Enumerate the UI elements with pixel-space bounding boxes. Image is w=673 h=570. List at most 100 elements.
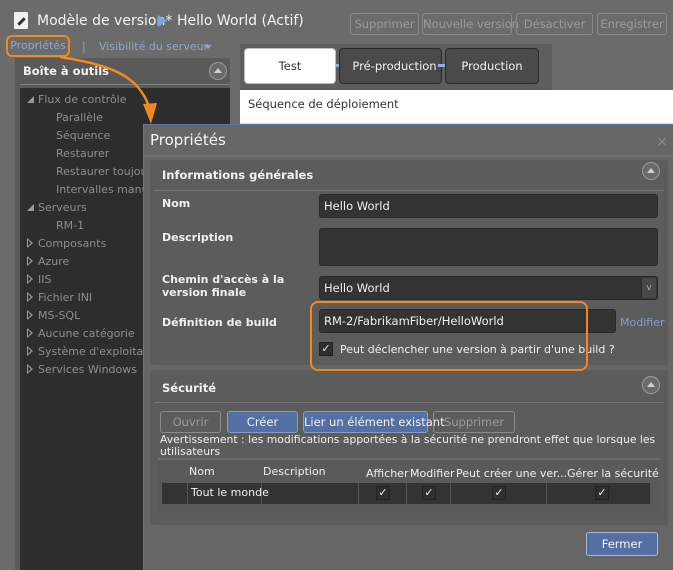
remove-button[interactable]: Supprimer [433,411,515,433]
cell-view: ✓ [359,483,407,504]
toolbox-item[interactable]: Aucune catégorie [27,325,135,343]
collapsed-triangle-icon[interactable] [27,238,33,248]
link-existing-button[interactable]: Lier un élément existant [303,411,445,433]
close-icon[interactable]: × [656,134,668,150]
chevron-down-icon[interactable]: v [641,278,656,298]
column-header-manage-security[interactable]: Gérer la sécurité [567,467,659,480]
release-path-select[interactable]: Hello World v [319,276,658,300]
collapsed-triangle-icon[interactable] [27,292,33,302]
toolbox-item-label: Flux de contrôle [38,93,127,106]
column-header-name[interactable]: Nom [189,465,215,478]
toolbox-item-label: Système d'exploitatio [38,345,158,358]
table-row[interactable]: Tout le monde ✓ ✓ ✓ ✓ [162,483,650,504]
toolbox-item[interactable]: Système d'exploitatio [27,343,157,361]
modify-link[interactable]: Modifier [620,316,664,329]
toolbox-item[interactable]: Parallèle [56,109,103,127]
deployment-sequence-title: Séquence de déploiement [248,97,399,111]
delete-button[interactable]: Supprimer [350,13,419,35]
open-button[interactable]: Ouvrir [160,411,221,433]
cell-manage-security: ✓ [547,483,650,504]
release-path-label-line2: version finale [162,286,247,299]
general-info-title: Informations générales [162,168,314,182]
save-button[interactable]: Enregistrer [597,13,667,35]
toolbox-item[interactable]: Séquence [56,127,110,145]
toolbox-item-label: Séquence [56,129,111,142]
toolbox-item[interactable]: Flux de contrôle [27,91,127,109]
toolbox-item-label: Aucune catégorie [38,327,135,340]
toolbox-item[interactable]: MS-SQL [27,307,80,325]
collapse-toolbox-icon[interactable] [209,62,227,80]
close-button[interactable]: Fermer [586,532,658,556]
stage-pre-production-label: Pré-production [352,59,437,73]
can-create-checkbox[interactable]: ✓ [492,486,506,500]
stage-test[interactable]: Test [244,48,336,84]
release-path-label-line1: Chemin d'accès à la [162,273,285,286]
toolbox-item[interactable]: Restaurer toujour [56,163,152,181]
divider [144,155,673,157]
deactivate-button[interactable]: Désactiver [516,13,593,35]
security-grid: Nom Description Afficher Modifier Peut c… [158,458,660,513]
release-path-value: Hello World [324,281,390,295]
properties-link[interactable]: Propriétés [6,35,70,57]
toolbox-item-label: Azure [38,255,70,268]
breadcrumb-arrow-icon [158,15,167,27]
column-header-description[interactable]: Description [263,465,326,478]
collapsed-triangle-icon[interactable] [27,256,33,266]
toolbox-title: Boîte à outils [23,64,109,78]
build-definition-label: Définition de build [162,316,277,329]
nav-separator: | [82,40,86,53]
toolbox-item-label: IIS [38,273,52,286]
divider [154,190,664,191]
security-section: Sécurité Ouvrir Créer Lier un élément ex… [150,370,668,525]
toolbox-item[interactable]: IIS [27,271,51,289]
expanded-triangle-icon[interactable] [27,96,34,103]
toolbox-item-label: Parallèle [56,111,103,124]
new-version-button[interactable]: Nouvelle version [422,13,519,35]
release-path-label: Chemin d'accès à la version finale [162,273,284,299]
toolbox-item[interactable]: Azure [27,253,69,271]
toolbox-item-label: Services Windows [38,363,137,376]
deployment-sequence-panel: Séquence de déploiement [240,90,673,125]
release-name: Hello World (Actif) [177,13,304,29]
description-input[interactable] [319,228,658,266]
edit-checkbox[interactable]: ✓ [422,486,436,500]
security-warning-line1: Avertissement : les modifications apport… [160,433,656,458]
view-checkbox[interactable]: ✓ [376,486,390,500]
name-input[interactable]: Hello World [319,194,658,218]
toolbox-item[interactable]: Restaurer [56,145,109,163]
dialog-title: Propriétés [150,131,226,149]
toolbox-item[interactable]: Serveurs [27,199,87,217]
toolbox-item[interactable]: Intervalles manue [56,181,155,199]
cell-edit: ✓ [407,483,451,504]
toolbox-item-label: Restaurer [56,147,110,160]
stage-production[interactable]: Production [445,48,539,84]
collapsed-triangle-icon[interactable] [27,274,33,284]
divider [154,402,664,403]
stage-production-label: Production [461,59,523,73]
expanded-triangle-icon[interactable] [27,204,34,211]
server-visibility-link[interactable]: Visibilité du serveur [99,40,208,53]
column-header-edit[interactable]: Modifier [410,467,454,480]
name-label: Nom [162,197,191,210]
row-selector[interactable] [162,483,188,504]
create-button[interactable]: Créer [227,411,298,433]
collapsed-triangle-icon[interactable] [27,328,33,338]
cell-can-create: ✓ [451,483,547,504]
collapsed-triangle-icon[interactable] [27,346,33,356]
stage-pipeline: Test Pré-production Production [240,44,552,90]
column-header-view[interactable]: Afficher [366,467,408,480]
collapse-section-icon[interactable] [642,162,660,180]
collapsed-triangle-icon[interactable] [27,364,33,374]
manage-security-checkbox[interactable]: ✓ [595,486,609,500]
template-title: Modèle de version* [37,13,173,29]
stage-pre-production[interactable]: Pré-production [339,48,442,84]
toolbox-item[interactable]: RM-1 [56,217,84,235]
toolbox-item[interactable]: Composants [27,235,106,253]
toolbox-item[interactable]: Fichier INI [27,289,92,307]
collapsed-triangle-icon[interactable] [27,310,33,320]
column-header-can-create[interactable]: Peut créer une ver... [456,467,567,480]
chevron-down-icon[interactable] [204,45,212,49]
toolbox-item[interactable]: Services Windows [27,361,137,379]
collapse-section-icon[interactable] [642,376,660,394]
toolbox-item-label: RM-1 [56,219,85,232]
